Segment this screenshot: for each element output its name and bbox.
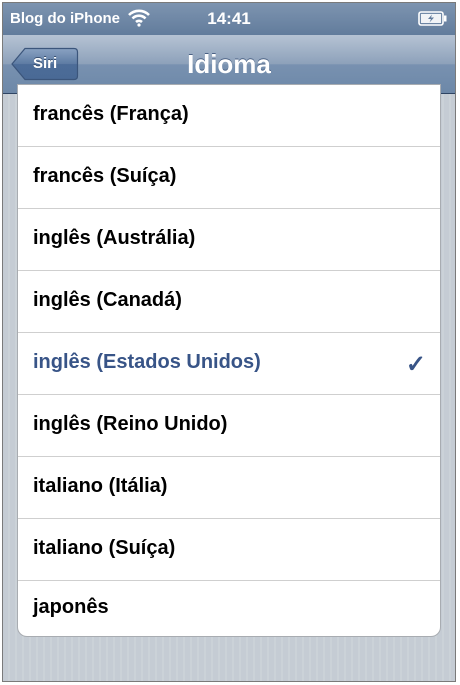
list-item-label: japonês bbox=[33, 596, 109, 618]
list-item[interactable]: japonês bbox=[18, 581, 440, 636]
list-item[interactable]: italiano (Itália) bbox=[18, 457, 440, 519]
list-item-label: inglês (Canadá) bbox=[33, 289, 182, 311]
list-item[interactable]: inglês (Reino Unido) bbox=[18, 395, 440, 457]
list-item-label: francês (Suíça) bbox=[33, 165, 177, 187]
list-item-label: italiano (Suíça) bbox=[33, 537, 176, 559]
language-list: francês (França) francês (Suíça) inglês … bbox=[17, 84, 441, 637]
list-item[interactable]: francês (França) bbox=[18, 85, 440, 147]
list-item-label: inglês (Austrália) bbox=[33, 227, 196, 249]
list-item-label: inglês (Reino Unido) bbox=[33, 413, 228, 435]
content-area: francês (França) francês (Suíça) inglês … bbox=[3, 84, 455, 681]
checkmark-icon: ✓ bbox=[405, 351, 426, 378]
phone-screen: Blog do iPhone 14:41 Siri Idioma francês… bbox=[2, 2, 456, 682]
list-item-label: italiano (Itália) bbox=[33, 475, 168, 497]
list-item-selected[interactable]: inglês (Estados Unidos) ✓ bbox=[18, 333, 440, 395]
list-item-label: francês (França) bbox=[33, 103, 189, 125]
status-time: 14:41 bbox=[207, 9, 251, 28]
list-item[interactable]: italiano (Suíça) bbox=[18, 519, 440, 581]
list-item[interactable]: inglês (Austrália) bbox=[18, 209, 440, 271]
page-title: Idioma bbox=[187, 49, 271, 79]
list-item[interactable]: francês (Suíça) bbox=[18, 147, 440, 209]
status-bar: Blog do iPhone 14:41 bbox=[3, 3, 455, 35]
list-item-label: inglês (Estados Unidos) bbox=[33, 351, 261, 373]
list-item[interactable]: inglês (Canadá) bbox=[18, 271, 440, 333]
battery-charging-icon bbox=[418, 11, 448, 30]
